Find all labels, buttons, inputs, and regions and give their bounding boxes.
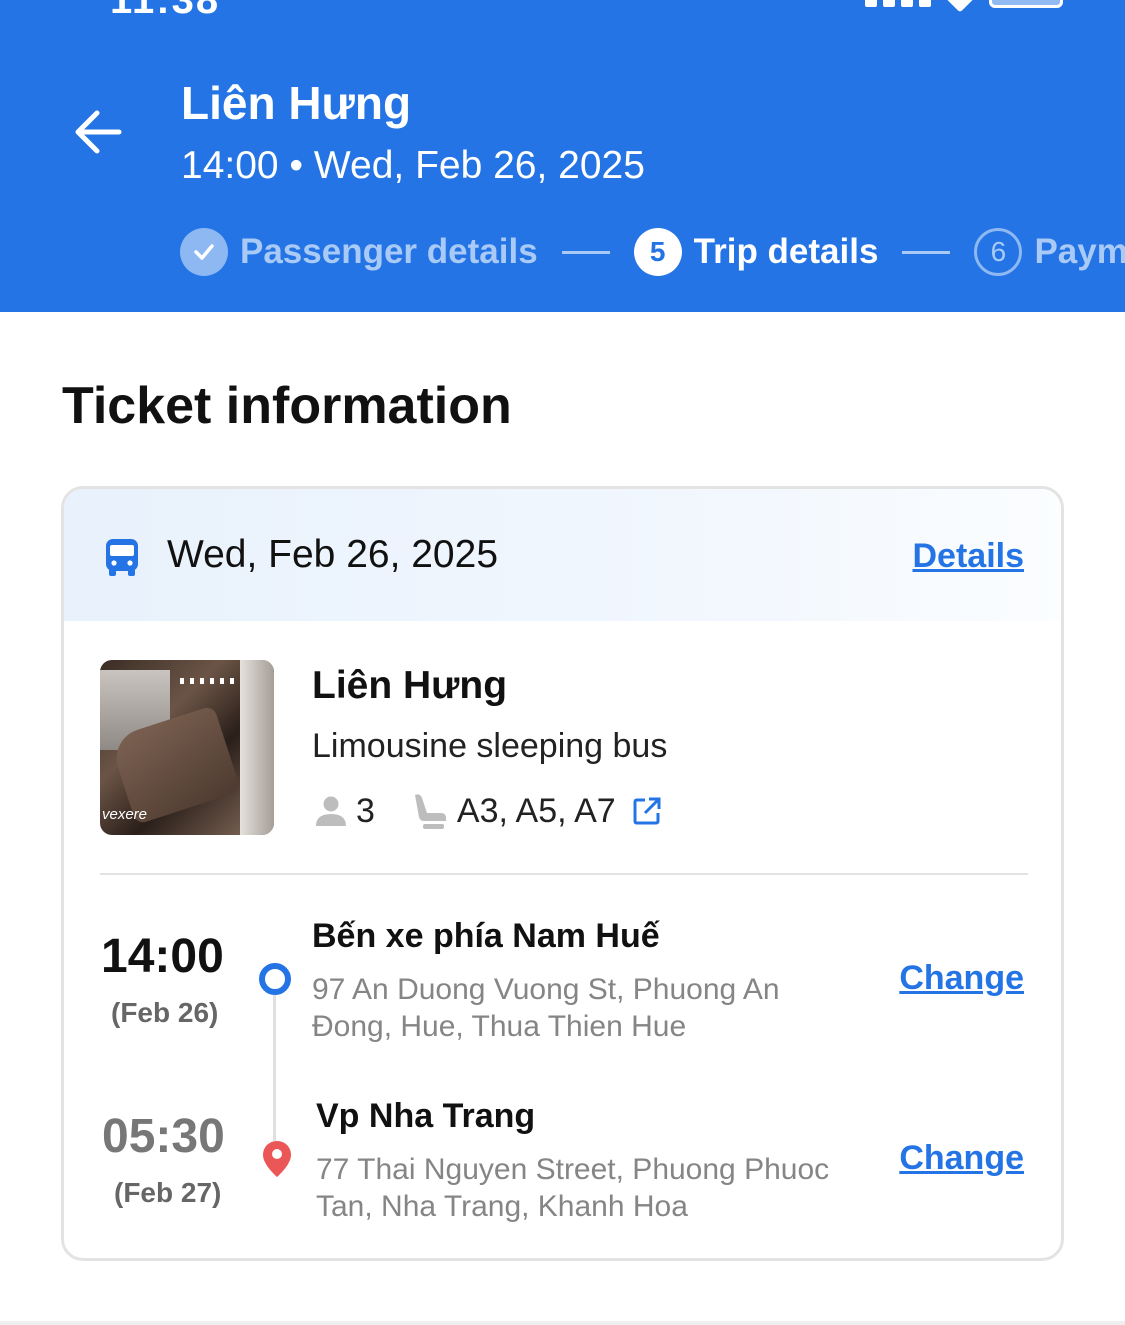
back-button[interactable]	[62, 100, 132, 164]
step-label: Payment	[1034, 232, 1125, 271]
step-number: 6	[974, 228, 1023, 276]
step-connector	[902, 250, 951, 254]
divider	[100, 873, 1028, 875]
change-pickup-button[interactable]: Change	[899, 959, 1024, 998]
arrow-left-icon	[75, 110, 122, 154]
status-bar-icons	[865, 0, 1063, 13]
step-label: Passenger details	[240, 232, 538, 271]
bus-icon	[104, 537, 140, 582]
dropoff-name: Vp Nha Trang	[316, 1097, 536, 1135]
route-line	[273, 995, 276, 1141]
app-header: 11:38 Liên Hưng 14:00 • Wed, Feb 26, 202…	[0, 0, 1125, 312]
ticket-meta: 3 A3, A5, A7	[314, 791, 662, 831]
pickup-time: 14:00	[101, 930, 224, 983]
step-number: 5	[633, 228, 682, 276]
step-trip-details[interactable]: 5 Trip details	[633, 228, 879, 276]
person-icon	[314, 794, 348, 828]
bus-type: Limousine sleeping bus	[312, 727, 668, 765]
step-connector	[561, 250, 610, 254]
location-pin-icon	[261, 1139, 293, 1184]
step-payment[interactable]: 6 Payment	[974, 228, 1125, 276]
details-link[interactable]: Details	[913, 537, 1025, 576]
page-title: Liên Hưng	[181, 77, 412, 129]
step-passenger-details[interactable]: Passenger details	[180, 228, 538, 276]
ticket-card: Wed, Feb 26, 2025 Details vexere Liên Hư…	[61, 486, 1064, 1261]
pickup-name: Bến xe phía Nam Huế	[312, 917, 660, 955]
status-bar-time: 11:38	[110, 0, 221, 22]
dropoff-address: 77 Thai Nguyen Street, Phuong Phuoc Tan,…	[316, 1153, 830, 1223]
progress-stepper: Passenger details 5 Trip details 6 Payme…	[180, 228, 1125, 276]
bottom-divider	[0, 1321, 1125, 1325]
step-label: Trip details	[693, 232, 879, 271]
check-circle-icon	[180, 228, 228, 276]
dropoff-date: (Feb 27)	[114, 1177, 222, 1208]
seat-numbers: A3, A5, A7	[456, 791, 616, 830]
seat-icon	[411, 791, 449, 831]
signal-icon	[865, 0, 931, 7]
operator-name: Liên Hưng	[312, 664, 508, 707]
change-dropoff-button[interactable]: Change	[899, 1139, 1024, 1178]
wifi-icon	[944, 0, 976, 13]
photo-watermark: vexere	[102, 806, 148, 823]
battery-icon	[989, 0, 1063, 8]
external-link-icon[interactable]	[632, 796, 662, 826]
pickup-dot-icon	[259, 963, 291, 995]
ticket-card-header: Wed, Feb 26, 2025 Details	[64, 489, 1061, 621]
pickup-address: 97 An Duong Vuong St, Phuong An Đong, Hu…	[312, 973, 780, 1043]
dropoff-time: 05:30	[102, 1110, 225, 1163]
bus-photo: vexere	[100, 660, 274, 835]
page-subtitle: 14:00 • Wed, Feb 26, 2025	[181, 144, 645, 187]
passenger-count: 3	[356, 791, 375, 830]
section-title: Ticket information	[62, 377, 512, 435]
trip-date: Wed, Feb 26, 2025	[167, 533, 499, 576]
pickup-date: (Feb 26)	[111, 997, 219, 1028]
